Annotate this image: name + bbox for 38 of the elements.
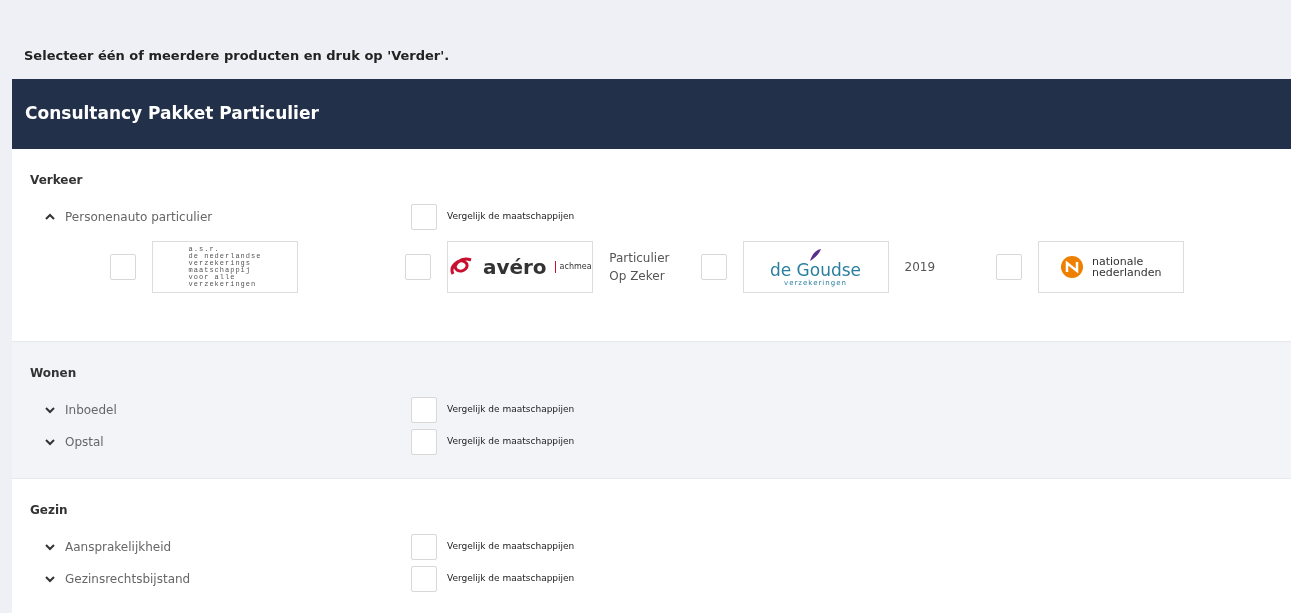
product-name[interactable]: Personenauto particulier [65,208,411,226]
product-name[interactable]: Gezinsrechtsbijstand [65,570,411,588]
compare-label: Vergelijk de maatschappijen [447,540,575,554]
chevron-up-icon[interactable] [45,213,55,221]
section-title: Gezin [30,503,68,517]
nn-emblem-icon [1060,255,1084,279]
compare-label: Vergelijk de maatschappijen [447,435,575,449]
checkbox[interactable] [411,204,437,230]
chevron-down-icon[interactable] [45,543,55,551]
insurer-caption: 2019 [904,259,937,276]
checkbox[interactable] [700,254,727,280]
compare-label: Vergelijk de maatschappijen [447,210,575,224]
checkbox[interactable] [405,254,432,280]
logo-text: achmea [554,261,592,273]
instruction-text: Selecteer één of meerdere producten en druk op 'Verder'. [24,46,450,65]
product-name[interactable]: Opstal [65,433,411,451]
logo-text: nationale [1092,256,1145,267]
product-name[interactable]: Aansprakelijkheid [65,538,411,556]
chevron-down-icon[interactable] [45,406,55,414]
chevron-down-icon[interactable] [45,438,55,446]
section-title: Wonen [30,366,77,380]
product-name[interactable]: Inboedel [65,401,411,419]
checkbox[interactable] [411,534,437,560]
section-title: Verkeer [30,173,83,187]
compare-label: Vergelijk de maatschappijen [447,572,575,586]
insurer-caption: Particulier Op Zeker [609,250,671,285]
checkbox[interactable] [411,566,437,592]
chevron-down-icon[interactable] [45,575,55,583]
logo-text: avéro [482,254,547,281]
feather-icon [808,247,823,262]
compare-label: Vergelijk de maatschappijen [447,403,575,417]
checkbox[interactable] [110,254,136,280]
checkbox[interactable] [411,429,437,455]
logo-text: de Goudse [769,261,862,279]
checkbox[interactable] [995,254,1022,280]
logo-text: nederlanden [1092,267,1162,278]
package-title: Consultancy Pakket Particulier [25,102,319,126]
checkbox[interactable] [411,397,437,423]
